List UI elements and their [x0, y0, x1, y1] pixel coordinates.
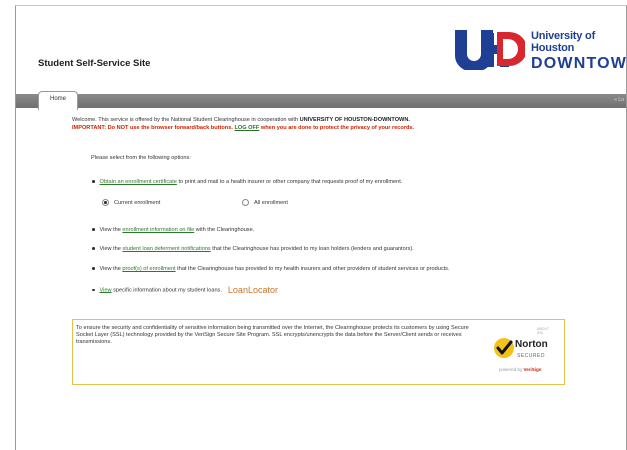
logo-line2: DOWNTOWN — [531, 55, 627, 72]
logo-text: University of Houston DOWNTOWN — [531, 30, 627, 73]
site-title: Student Self-Service Site — [38, 58, 151, 69]
logo-line1: University of Houston — [531, 30, 596, 54]
important-notice: IMPORTANT: Do NOT use the browser forwar… — [72, 125, 552, 131]
uhd-logo[interactable]: University of Houston DOWNTOWN — [453, 28, 627, 74]
norton-word: Norton — [515, 339, 548, 350]
list-item-certificate: Obtain an enrollment certificate to prin… — [92, 179, 402, 185]
logoff-link[interactable]: LOG OFF — [234, 125, 259, 131]
radio-current-row[interactable]: Current enrollment — [102, 199, 160, 206]
uhd-logo-mark-icon — [455, 30, 525, 70]
certificate-link[interactable]: Obtain an enrollment certificate — [100, 179, 177, 185]
list-item-deferment: View the student loan deferment notifica… — [92, 246, 414, 252]
security-notice: To ensure the security and confidentiali… — [72, 319, 565, 385]
deferment-suffix: that the Clearinghouse has provided to m… — [210, 246, 414, 252]
deferment-link[interactable]: student loan deferment notifications — [122, 246, 210, 252]
powered-brand: VeriSign — [523, 367, 542, 372]
bullet-icon — [92, 288, 95, 292]
proof-link[interactable]: proof(s) of enrollment — [122, 266, 175, 272]
security-text: To ensure the security and confidentiali… — [76, 325, 469, 346]
header: Student Self-Service Site University of … — [16, 6, 627, 90]
radio-all[interactable] — [242, 199, 249, 206]
important-suffix: when you are done to protect the privacy… — [259, 125, 415, 131]
radio-all-row[interactable]: All enrollment — [242, 199, 288, 206]
bullet-icon — [92, 180, 95, 183]
proof-prefix: View the — [99, 266, 123, 272]
nav-right-link[interactable]: « Lo — [614, 97, 624, 103]
norton-secured-badge[interactable]: ABOUT SSL Norton SECURED powered by Veri… — [491, 325, 553, 377]
certificate-suffix: to print and mail to a health insurer or… — [176, 179, 403, 185]
proof-suffix: that the Clearinghouse has provided to m… — [175, 266, 450, 272]
norton-secured-text: SECURED — [517, 353, 545, 359]
radio-current-label: Current enrollment — [114, 199, 161, 206]
list-item-proof: View the proof(s) of enrollment that the… — [92, 266, 450, 272]
radio-all-label: All enrollment — [254, 199, 288, 206]
powered-prefix: powered by — [499, 367, 524, 372]
view-loans-link[interactable]: View — [100, 287, 112, 293]
norton-check-icon — [494, 338, 514, 358]
enrollment-prefix: View the — [99, 227, 123, 233]
view-loans-suffix: specific information about my student lo… — [111, 287, 222, 294]
bullet-icon — [92, 228, 95, 231]
deferment-prefix: View the — [99, 246, 123, 252]
bullet-icon — [92, 267, 95, 270]
list-item-loans: View specific information about my stude… — [92, 285, 278, 295]
norton-powered-by: powered by VeriSign — [499, 367, 542, 372]
bullet-icon — [92, 247, 95, 250]
nav-bar — [16, 94, 626, 108]
welcome-prefix: Welcome. This service is offered by the … — [72, 117, 300, 123]
list-item-enrollment: View the enrollment information on file … — [92, 227, 254, 233]
enrollment-suffix: with the Clearinghouse. — [194, 227, 255, 233]
loanlocator-logo[interactable]: LoanLocator — [228, 285, 278, 295]
welcome-institution: UNIVERSITY OF HOUSTON-DOWNTOWN. — [299, 117, 410, 123]
radio-current[interactable] — [102, 199, 109, 206]
important-prefix: IMPORTANT: Do NOT use the browser forwar… — [72, 125, 235, 131]
tab-home[interactable]: Home — [38, 91, 78, 110]
enrollment-info-link[interactable]: enrollment information on file — [122, 227, 194, 233]
welcome-text: Welcome. This service is offered by the … — [72, 117, 552, 123]
norton-badge-top: ABOUT SSL — [537, 327, 549, 335]
options-prompt: Please select from the following options… — [91, 155, 191, 161]
